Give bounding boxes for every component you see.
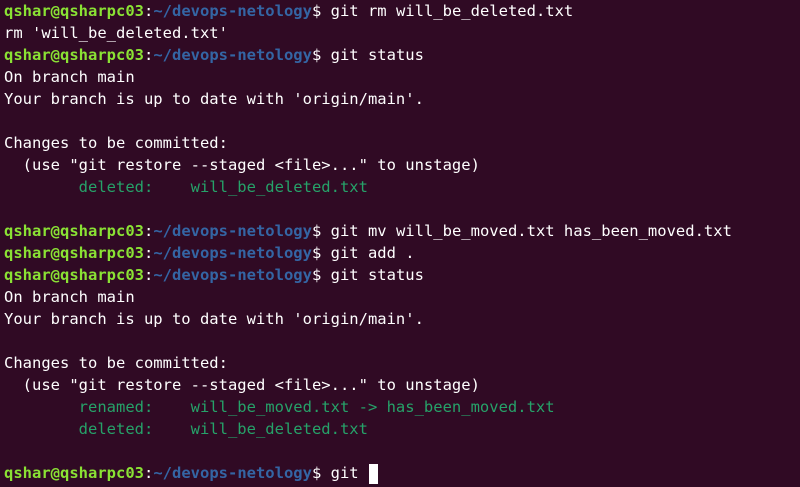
output-line: Changes to be committed: bbox=[4, 132, 800, 154]
prompt-line: qshar@qsharpc03:~/devops-netology$ git r… bbox=[4, 0, 800, 22]
prompt-user-host: qshar@qsharpc03 bbox=[4, 222, 144, 240]
prompt-dollar: $ bbox=[311, 222, 331, 240]
prompt-path: ~/devops-netology bbox=[153, 222, 312, 240]
output-text: Your branch is up to date with 'origin/m… bbox=[4, 310, 424, 328]
prompt-user-host: qshar@qsharpc03 bbox=[4, 464, 144, 482]
prompt-dollar: $ bbox=[311, 464, 331, 482]
prompt-colon: : bbox=[143, 2, 154, 20]
output-text: On branch main bbox=[4, 288, 135, 306]
prompt-colon: : bbox=[143, 266, 154, 284]
command-text: git status bbox=[330, 266, 424, 284]
prompt-user-host: qshar@qsharpc03 bbox=[4, 244, 144, 262]
output-line: On branch main bbox=[4, 286, 800, 308]
prompt-dollar: $ bbox=[311, 46, 331, 64]
prompt-path: ~/devops-netology bbox=[153, 266, 312, 284]
output-text: Changes to be committed: bbox=[4, 354, 228, 372]
prompt-path: ~/devops-netology bbox=[153, 46, 312, 64]
command-text: git add . bbox=[330, 244, 415, 262]
output-text: (use "git restore --staged <file>..." to… bbox=[4, 376, 480, 394]
prompt-colon: : bbox=[143, 46, 154, 64]
command-text: git bbox=[330, 464, 368, 482]
staged-change-text: deleted: will_be_deleted.txt bbox=[4, 178, 368, 196]
output-line: rm 'will_be_deleted.txt' bbox=[4, 22, 800, 44]
prompt-path: ~/devops-netology bbox=[153, 464, 312, 482]
prompt-line: qshar@qsharpc03:~/devops-netology$ git a… bbox=[4, 242, 800, 264]
staged-change-line: deleted: will_be_deleted.txt bbox=[4, 176, 800, 198]
command-text: git rm will_be_deleted.txt bbox=[330, 2, 574, 20]
prompt-dollar: $ bbox=[311, 266, 331, 284]
output-line: On branch main bbox=[4, 66, 800, 88]
staged-change-line: deleted: will_be_deleted.txt bbox=[4, 418, 800, 440]
prompt-colon: : bbox=[143, 222, 154, 240]
prompt-colon: : bbox=[143, 464, 154, 482]
staged-change-text: renamed: will_be_moved.txt -> has_been_m… bbox=[4, 398, 555, 416]
command-text: git status bbox=[330, 46, 424, 64]
prompt-dollar: $ bbox=[311, 2, 331, 20]
output-line: (use "git restore --staged <file>..." to… bbox=[4, 374, 800, 396]
prompt-dollar: $ bbox=[311, 244, 331, 262]
output-line: Your branch is up to date with 'origin/m… bbox=[4, 88, 800, 110]
staged-change-text: deleted: will_be_deleted.txt bbox=[4, 420, 368, 438]
output-text: On branch main bbox=[4, 68, 135, 86]
prompt-path: ~/devops-netology bbox=[153, 2, 312, 20]
prompt-line: qshar@qsharpc03:~/devops-netology$ git bbox=[4, 462, 800, 484]
staged-change-line: renamed: will_be_moved.txt -> has_been_m… bbox=[4, 396, 800, 418]
command-text: git mv will_be_moved.txt has_been_moved.… bbox=[330, 222, 732, 240]
prompt-line: qshar@qsharpc03:~/devops-netology$ git s… bbox=[4, 44, 800, 66]
output-text: Changes to be committed: bbox=[4, 134, 228, 152]
prompt-user-host: qshar@qsharpc03 bbox=[4, 266, 144, 284]
terminal-output: qshar@qsharpc03:~/devops-netology$ git r… bbox=[4, 0, 800, 484]
output-text: rm 'will_be_deleted.txt' bbox=[4, 24, 228, 42]
output-text: Your branch is up to date with 'origin/m… bbox=[4, 90, 424, 108]
prompt-user-host: qshar@qsharpc03 bbox=[4, 2, 144, 20]
output-text: (use "git restore --staged <file>..." to… bbox=[4, 156, 480, 174]
prompt-colon: : bbox=[143, 244, 154, 262]
output-line: Your branch is up to date with 'origin/m… bbox=[4, 308, 800, 330]
output-line: Changes to be committed: bbox=[4, 352, 800, 374]
prompt-line: qshar@qsharpc03:~/devops-netology$ git m… bbox=[4, 220, 800, 242]
terminal-window[interactable]: qshar@qsharpc03:~/devops-netology$ git r… bbox=[0, 0, 800, 487]
prompt-line: qshar@qsharpc03:~/devops-netology$ git s… bbox=[4, 264, 800, 286]
terminal-cursor[interactable] bbox=[368, 463, 378, 484]
output-line: (use "git restore --staged <file>..." to… bbox=[4, 154, 800, 176]
prompt-path: ~/devops-netology bbox=[153, 244, 312, 262]
prompt-user-host: qshar@qsharpc03 bbox=[4, 46, 144, 64]
